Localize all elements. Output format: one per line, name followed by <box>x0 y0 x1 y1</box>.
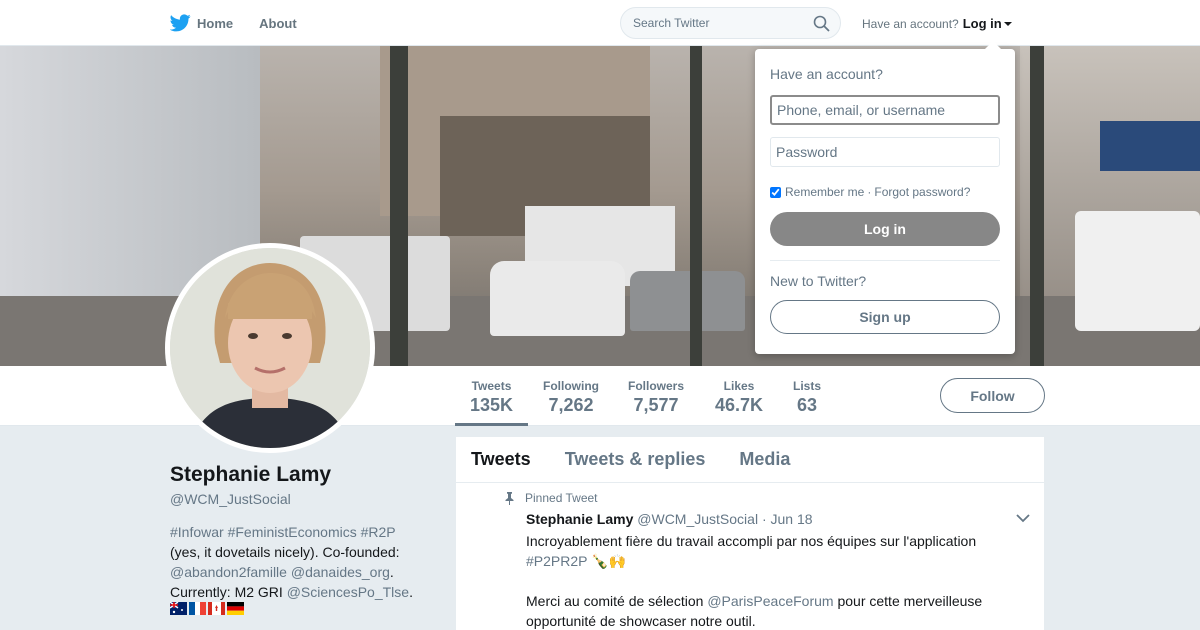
remember-checkbox[interactable] <box>770 186 781 198</box>
search-input[interactable] <box>621 8 801 38</box>
profile-handle[interactable]: @WCM_JustSocial <box>170 491 291 507</box>
stat-tweets[interactable]: Tweets 135K <box>455 366 528 426</box>
australia-flag-icon <box>170 602 187 615</box>
stat-label: Lists <box>792 379 821 393</box>
search-box <box>620 7 841 39</box>
pinned-text: Pinned Tweet <box>525 491 598 505</box>
bio-flags <box>170 602 246 615</box>
canada-flag-icon <box>208 602 225 615</box>
tweet-author-name[interactable]: Stephanie Lamy <box>526 511 633 527</box>
stat-label: Likes <box>723 379 755 393</box>
profile-name[interactable]: Stephanie Lamy <box>170 463 331 487</box>
login-button[interactable]: Log in <box>770 212 1000 246</box>
stat-value: 46.7K <box>714 395 764 415</box>
stat-label: Followers <box>627 379 684 393</box>
bio-period: . <box>389 564 394 580</box>
timeline: Tweets Tweets & replies Media Pinned Twe… <box>456 437 1044 630</box>
signup-button[interactable]: Sign up <box>770 300 1000 334</box>
tweet-date[interactable]: · Jun 18 <box>762 511 813 527</box>
nav-left: Home About <box>170 0 323 46</box>
stat-value: 63 <box>796 395 818 415</box>
login-dropdown: Have an account? Remember me · Forgot pa… <box>755 41 1015 354</box>
login-dropdown-toggle[interactable]: Log in <box>963 16 1012 31</box>
bio-text: (yes, it dovetails nicely). Co-founded: <box>170 544 400 560</box>
tweet-emoji: 🍾🙌 <box>591 553 626 569</box>
chevron-down-icon[interactable] <box>1016 513 1030 523</box>
bio-mention-sciencespo[interactable]: @SciencesPo_Tlse <box>287 584 409 600</box>
stat-value: 7,577 <box>633 395 679 415</box>
login-area: Have an account? Log in <box>862 16 1012 31</box>
timeline-tabs: Tweets Tweets & replies Media <box>456 437 1044 483</box>
have-account-text: Have an account? <box>862 16 959 31</box>
stat-followers[interactable]: Followers 7,577 <box>620 366 692 426</box>
tab-media[interactable]: Media <box>739 449 790 470</box>
avatar[interactable] <box>165 243 375 453</box>
tweet-line: Incroyablement fière du travail accompli… <box>526 533 977 549</box>
password-field[interactable] <box>770 137 1000 167</box>
stat-following[interactable]: Following 7,262 <box>536 366 606 426</box>
tweet-author-handle[interactable]: @WCM_JustSocial <box>637 511 758 527</box>
stat-value: 135K <box>469 395 514 415</box>
stat-label: Following <box>543 379 599 393</box>
tweet-hashtag[interactable]: #P2PR2P <box>526 553 587 569</box>
stat-likes[interactable]: Likes 46.7K <box>708 366 770 426</box>
stat-label: Tweets <box>471 379 512 393</box>
forgot-password-link[interactable]: Forgot password? <box>874 185 970 199</box>
follow-button[interactable]: Follow <box>940 378 1045 413</box>
dropdown-title: Have an account? <box>770 66 883 82</box>
avatar-photo <box>170 248 370 448</box>
login-link-label: Log in <box>962 16 1002 31</box>
twitter-bird-icon <box>170 14 191 32</box>
profile-bio: #Infowar #FeministEconomics #R2P (yes, i… <box>170 524 413 600</box>
username-field[interactable] <box>770 95 1000 125</box>
tweet-text: Incroyablement fière du travail accompli… <box>526 531 1016 630</box>
tweet-line: opportunité de showcaser notre outil. <box>526 613 756 629</box>
bio-mention-abandon2famille[interactable]: @abandon2famille <box>170 564 287 580</box>
stat-value: 7,262 <box>548 395 594 415</box>
tweet-line: pour cette merveilleuse <box>837 593 983 609</box>
tweet-mention[interactable]: @ParisPeaceForum <box>707 593 833 609</box>
nav-home[interactable]: Home <box>170 14 233 32</box>
tweet-header: Stephanie Lamy @WCM_JustSocial · Jun 18 <box>526 511 813 527</box>
remember-label[interactable]: Remember me <box>785 185 864 199</box>
nav-about[interactable]: About <box>259 16 297 31</box>
caret-down-icon <box>1003 21 1012 26</box>
divider <box>770 260 1000 261</box>
germany-flag-icon <box>227 602 244 615</box>
remember-row: Remember me · Forgot password? <box>770 185 970 199</box>
pinned-label: Pinned Tweet <box>504 491 598 505</box>
france-flag-icon <box>189 602 206 615</box>
bio-hashtags[interactable]: #Infowar #FeministEconomics #R2P <box>170 524 396 540</box>
bio-currently: Currently: M2 GRI <box>170 584 283 600</box>
nav-home-label: Home <box>197 15 234 31</box>
top-navigation-bar: Home About Have an account? Log in <box>0 0 1200 46</box>
tab-tweets[interactable]: Tweets <box>471 449 531 470</box>
stat-lists[interactable]: Lists 63 <box>786 366 828 426</box>
pin-icon <box>505 491 514 505</box>
search-icon[interactable] <box>813 15 830 32</box>
separator-dot: · <box>867 185 872 199</box>
new-to-twitter-text: New to Twitter? <box>770 273 867 289</box>
bio-mention-danaides[interactable]: @danaides_org <box>291 564 390 580</box>
tab-tweets-replies[interactable]: Tweets & replies <box>565 449 706 470</box>
tweet-line: Merci au comité de sélection <box>526 593 704 609</box>
